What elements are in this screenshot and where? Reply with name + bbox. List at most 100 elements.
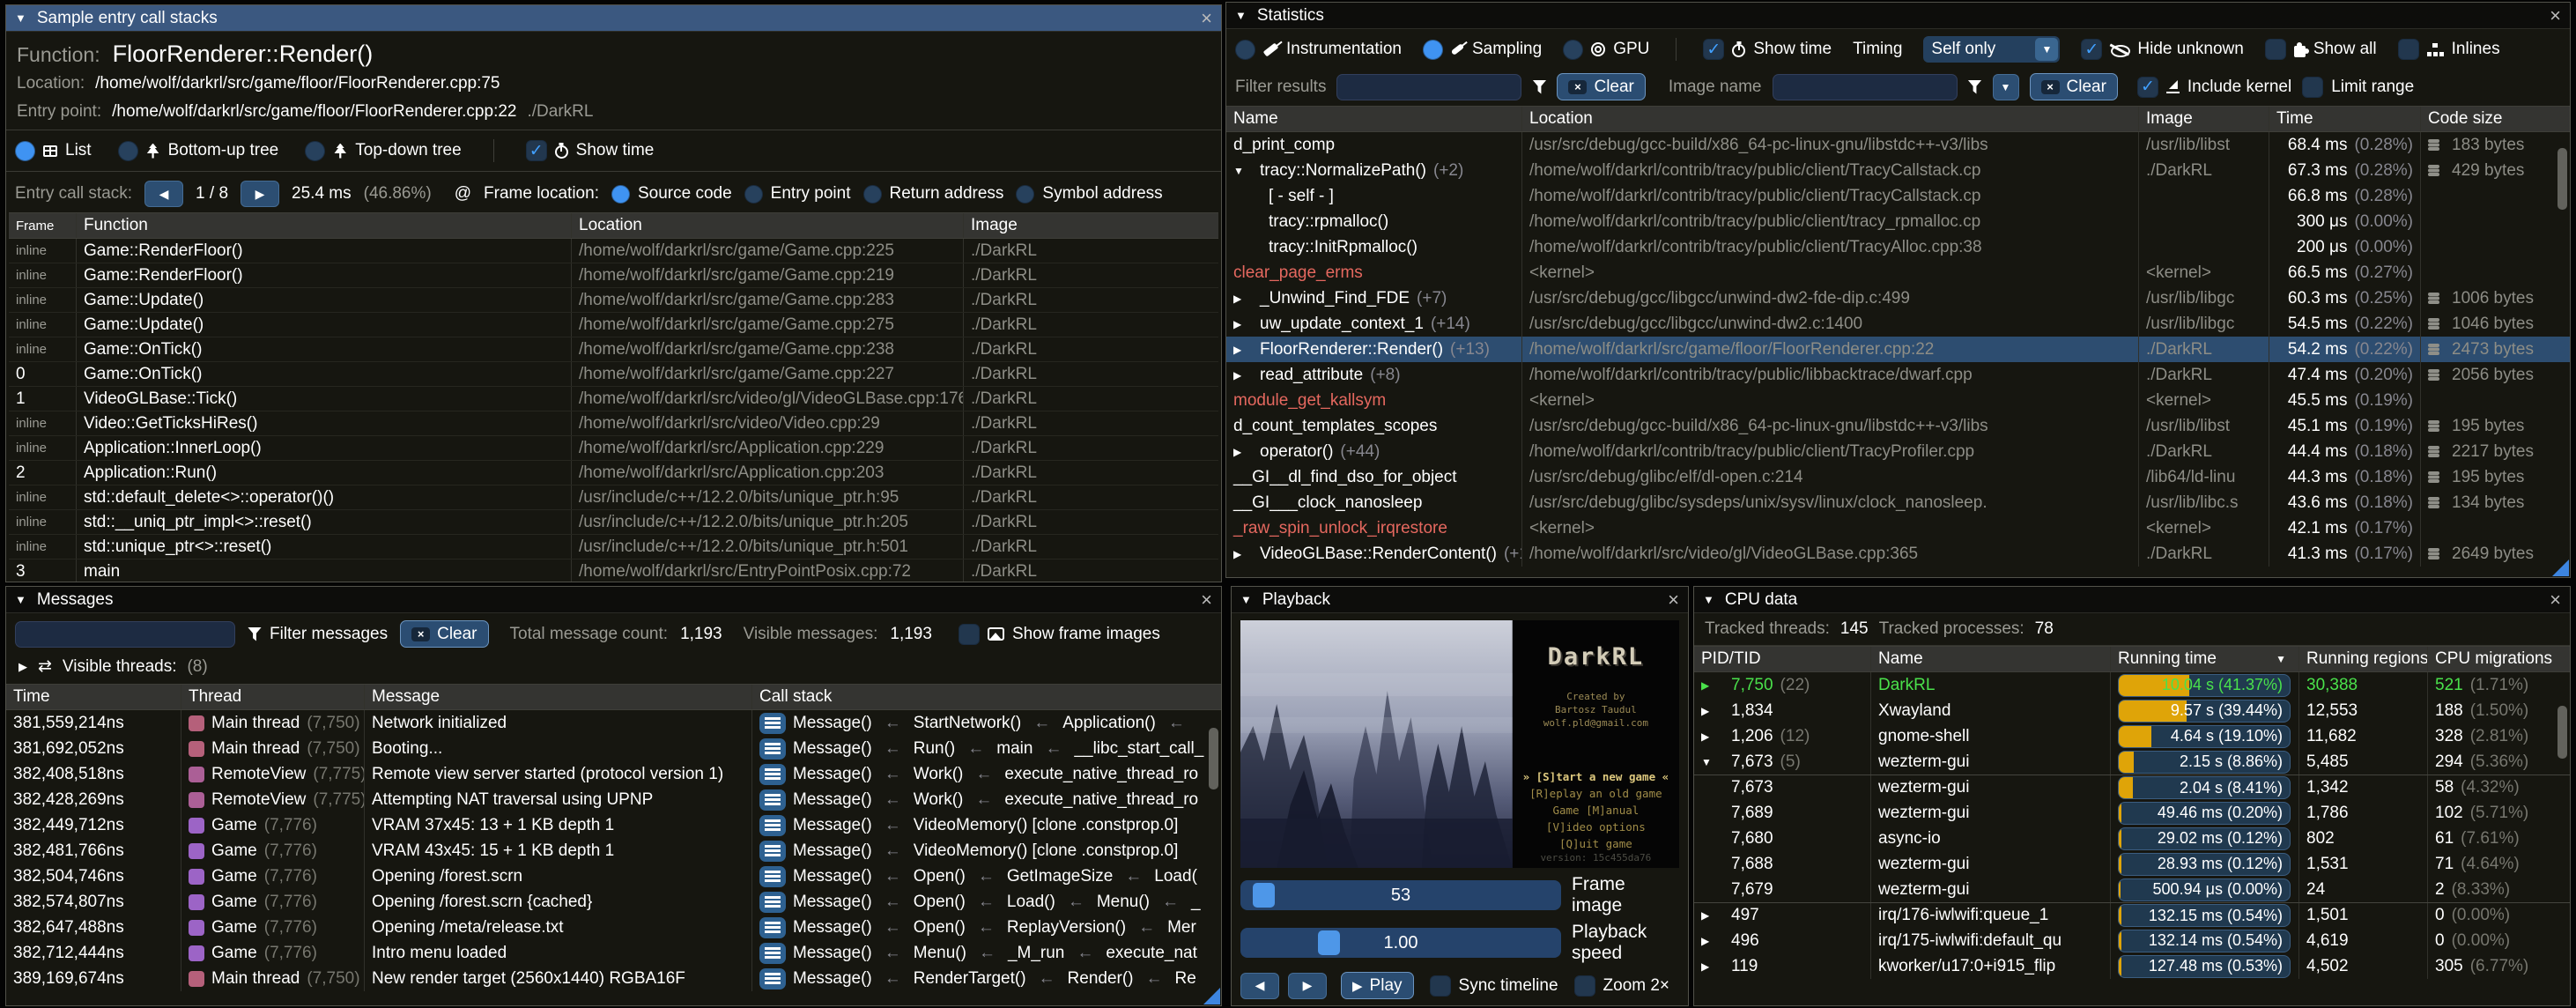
message-row[interactable]: 382,408,518nsRemoteView(7,775)Remote vie… xyxy=(6,761,1221,787)
cpu-row[interactable]: ▶497irq/176-iwlwifi:queue_1132.15 ms (0.… xyxy=(1694,902,2570,928)
message-row[interactable]: 381,559,214nsMain thread(7,750)Network i… xyxy=(6,710,1221,736)
scrollbar-thumb[interactable] xyxy=(2557,148,2567,210)
frame-image-slider[interactable]: 53 xyxy=(1240,880,1561,910)
message-row[interactable]: 381,692,052nsMain thread(7,750)Booting..… xyxy=(6,736,1221,761)
expand-icon[interactable]: ▶ xyxy=(1233,446,1253,458)
show-all-checkbox[interactable]: ✓ Show all xyxy=(2265,39,2377,60)
call-stack-row[interactable]: inlineGame::RenderFloor()/home/wolf/dark… xyxy=(9,239,1218,263)
limit-range-checkbox[interactable]: ✓ Limit range xyxy=(2302,77,2414,98)
hide-unknown-checkbox[interactable]: ✓ Hide unknown xyxy=(2081,39,2243,60)
next-frame-button[interactable]: ▶ xyxy=(1288,973,1327,999)
close-icon[interactable]: × xyxy=(1201,9,1212,28)
callstack-icon[interactable] xyxy=(759,866,786,887)
play-button[interactable]: ▶ Play xyxy=(1341,972,1414,999)
stats-row[interactable]: d_count_templates_scopes/usr/src/debug/g… xyxy=(1226,413,2570,439)
cpu-row[interactable]: ▶7,750(22)DarkRL10.04 s (41.37%)30,38852… xyxy=(1694,672,2570,698)
callstack-icon[interactable] xyxy=(759,841,786,862)
expand-icon[interactable]: ▶ xyxy=(1233,548,1253,560)
include-kernel-checkbox[interactable]: ✓ Include kernel xyxy=(2137,77,2291,98)
message-row[interactable]: 382,428,269nsRemoteView(7,775)Attempting… xyxy=(6,787,1221,812)
message-row[interactable]: 382,712,444nsGame(7,776)Intro menu loade… xyxy=(6,940,1221,966)
radio-list[interactable] xyxy=(15,141,35,161)
call-stack-row[interactable]: inlinestd::default_delete<>::operator()(… xyxy=(9,485,1218,510)
message-row[interactable]: 382,481,766nsGame(7,776)VRAM 43x45: 15 +… xyxy=(6,838,1221,863)
call-stack-row[interactable]: 0Game::OnTick()/home/wolf/darkrl/src/gam… xyxy=(9,362,1218,387)
view-mode-top-down[interactable]: Top-down tree xyxy=(305,141,461,161)
stats-row[interactable]: tracy::InitRpmalloc()/home/wolf/darkrl/c… xyxy=(1226,234,2570,260)
call-stack-row[interactable]: inlinestd::unique_ptr<>::reset()/usr/inc… xyxy=(9,535,1218,560)
call-stack-row[interactable]: inlineGame::Update()/home/wolf/darkrl/sr… xyxy=(9,288,1218,313)
collapse-icon[interactable]: ▼ xyxy=(1235,9,1247,22)
stats-row[interactable]: ▶FloorRenderer::Render()(+13)/home/wolf/… xyxy=(1226,337,2570,362)
scrollbar-thumb[interactable] xyxy=(2557,706,2567,759)
clear-image-filter-button[interactable]: × Clear xyxy=(2030,73,2118,100)
cpu-row[interactable]: ▶119kworker/u17:0+i915_flip127.48 ms (0.… xyxy=(1694,953,2570,979)
call-stack-row[interactable]: inlineGame::RenderFloor()/home/wolf/dark… xyxy=(9,263,1218,288)
show-frame-images-checkbox[interactable]: ✓ Show frame images xyxy=(959,624,1160,645)
callstack-icon[interactable] xyxy=(759,738,786,760)
cpu-row[interactable]: 7,688wezterm-gui28.93 ms (0.12%)1,53171(… xyxy=(1694,851,2570,877)
message-row[interactable]: 389,169,674nsMain thread(7,750)New rende… xyxy=(6,966,1221,991)
statistics-panel-header[interactable]: ▼ Statistics × xyxy=(1226,3,2570,29)
collapse-icon[interactable]: ▼ xyxy=(1240,593,1252,606)
filter-results-input[interactable] xyxy=(1336,74,1521,100)
call-stack-row[interactable]: 1VideoGLBase::Tick()/home/wolf/darkrl/sr… xyxy=(9,387,1218,411)
callstack-icon[interactable] xyxy=(759,968,786,989)
callstack-icon[interactable] xyxy=(759,943,786,964)
frame-loc-source-code[interactable]: Source code xyxy=(611,184,732,204)
call-stack-row[interactable]: inlineGame::OnTick()/home/wolf/darkrl/sr… xyxy=(9,337,1218,362)
stats-row[interactable]: ▶uw_update_context_1(+14)/usr/src/debug/… xyxy=(1226,311,2570,337)
cpu-row[interactable]: 7,689wezterm-gui49.46 ms (0.20%)1,786102… xyxy=(1694,800,2570,826)
clear-filter-button[interactable]: × Clear xyxy=(1557,73,1645,100)
prev-stack-button[interactable]: ◀ xyxy=(144,181,183,207)
collapse-icon[interactable]: ▼ xyxy=(1701,756,1724,768)
mode-instrumentation[interactable]: Instrumentation xyxy=(1235,40,1402,60)
close-icon[interactable]: × xyxy=(2550,590,2561,610)
next-stack-button[interactable]: ▶ xyxy=(241,181,279,207)
clear-messages-button[interactable]: × Clear xyxy=(400,620,488,648)
close-icon[interactable]: × xyxy=(1668,590,1679,610)
cpu-panel-header[interactable]: ▼ CPU data × xyxy=(1694,587,2570,613)
message-row[interactable]: 382,449,712nsGame(7,776)VRAM 37x45: 13 +… xyxy=(6,812,1221,838)
callstack-icon[interactable] xyxy=(759,789,786,811)
image-dropdown-button[interactable]: ▼ xyxy=(1993,74,2019,100)
stats-row[interactable]: _raw_spin_unlock_irqrestore<kernel><kern… xyxy=(1226,515,2570,541)
call-stack-row[interactable]: inlineGame::Update()/home/wolf/darkrl/sr… xyxy=(9,313,1218,337)
stats-row[interactable]: ▶read_attribute(+8)/home/wolf/darkrl/con… xyxy=(1226,362,2570,388)
radio-gpu[interactable] xyxy=(1563,40,1583,60)
stats-row[interactable]: [ - self - ]/home/wolf/darkrl/contrib/tr… xyxy=(1226,183,2570,209)
playback-speed-slider[interactable]: 1.00 xyxy=(1240,928,1561,958)
callstack-icon[interactable] xyxy=(759,815,786,836)
cpu-row[interactable]: ▶1,206(12)gnome-shell4.64 s (19.10%)11,6… xyxy=(1694,723,2570,749)
slider-handle[interactable] xyxy=(1253,883,1275,908)
playback-panel-header[interactable]: ▼ Playback × xyxy=(1232,587,1688,613)
expand-icon[interactable]: ▶ xyxy=(1233,369,1253,382)
callstack-icon[interactable] xyxy=(759,764,786,785)
mode-sampling[interactable]: Sampling xyxy=(1423,40,1542,60)
radio-bottom-up[interactable] xyxy=(118,141,138,161)
message-row[interactable]: 382,504,746nsGame(7,776)Opening /forest.… xyxy=(6,863,1221,889)
expand-icon[interactable]: ▶ xyxy=(1701,679,1724,692)
stats-row[interactable]: __GI___clock_nanosleep/usr/src/debug/gli… xyxy=(1226,490,2570,515)
frame-loc-return-address[interactable]: Return address xyxy=(863,184,1004,204)
expand-icon[interactable]: ▶ xyxy=(1701,960,1724,973)
stats-row[interactable]: __GI__dl_find_dso_for_object/usr/src/deb… xyxy=(1226,464,2570,490)
funnel-icon[interactable] xyxy=(1968,80,1982,94)
prev-frame-button[interactable]: ◀ xyxy=(1240,973,1279,999)
visible-threads-row[interactable]: ▶ ⇄ Visible threads: (8) xyxy=(6,653,1221,684)
scrollbar-thumb[interactable] xyxy=(1209,728,1218,789)
cpu-row[interactable]: 7,679wezterm-gui500.94 μs (0.00%)242(8.3… xyxy=(1694,877,2570,902)
zoom-2x-checkbox[interactable]: ✓ Zoom 2× xyxy=(1574,975,1670,997)
sync-timeline-checkbox[interactable]: ✓ Sync timeline xyxy=(1430,975,1558,997)
collapse-icon[interactable]: ▼ xyxy=(1703,593,1714,606)
call-stack-row[interactable]: 3main/home/wolf/darkrl/src/EntryPointPos… xyxy=(9,560,1218,582)
radio-top-down[interactable] xyxy=(305,141,325,161)
expand-icon[interactable]: ▶ xyxy=(1233,318,1253,330)
callstack-icon[interactable] xyxy=(759,713,786,734)
call-stack-row[interactable]: 2Application::Run()/home/wolf/darkrl/src… xyxy=(9,461,1218,485)
expand-icon[interactable]: ▶ xyxy=(1233,293,1253,305)
callstack-icon[interactable] xyxy=(759,917,786,938)
cpu-row[interactable]: ▼7,673(5)wezterm-gui2.15 s (8.86%)5,4852… xyxy=(1694,749,2570,775)
view-mode-list[interactable]: List xyxy=(15,141,92,161)
radio-sampling[interactable] xyxy=(1423,40,1443,60)
